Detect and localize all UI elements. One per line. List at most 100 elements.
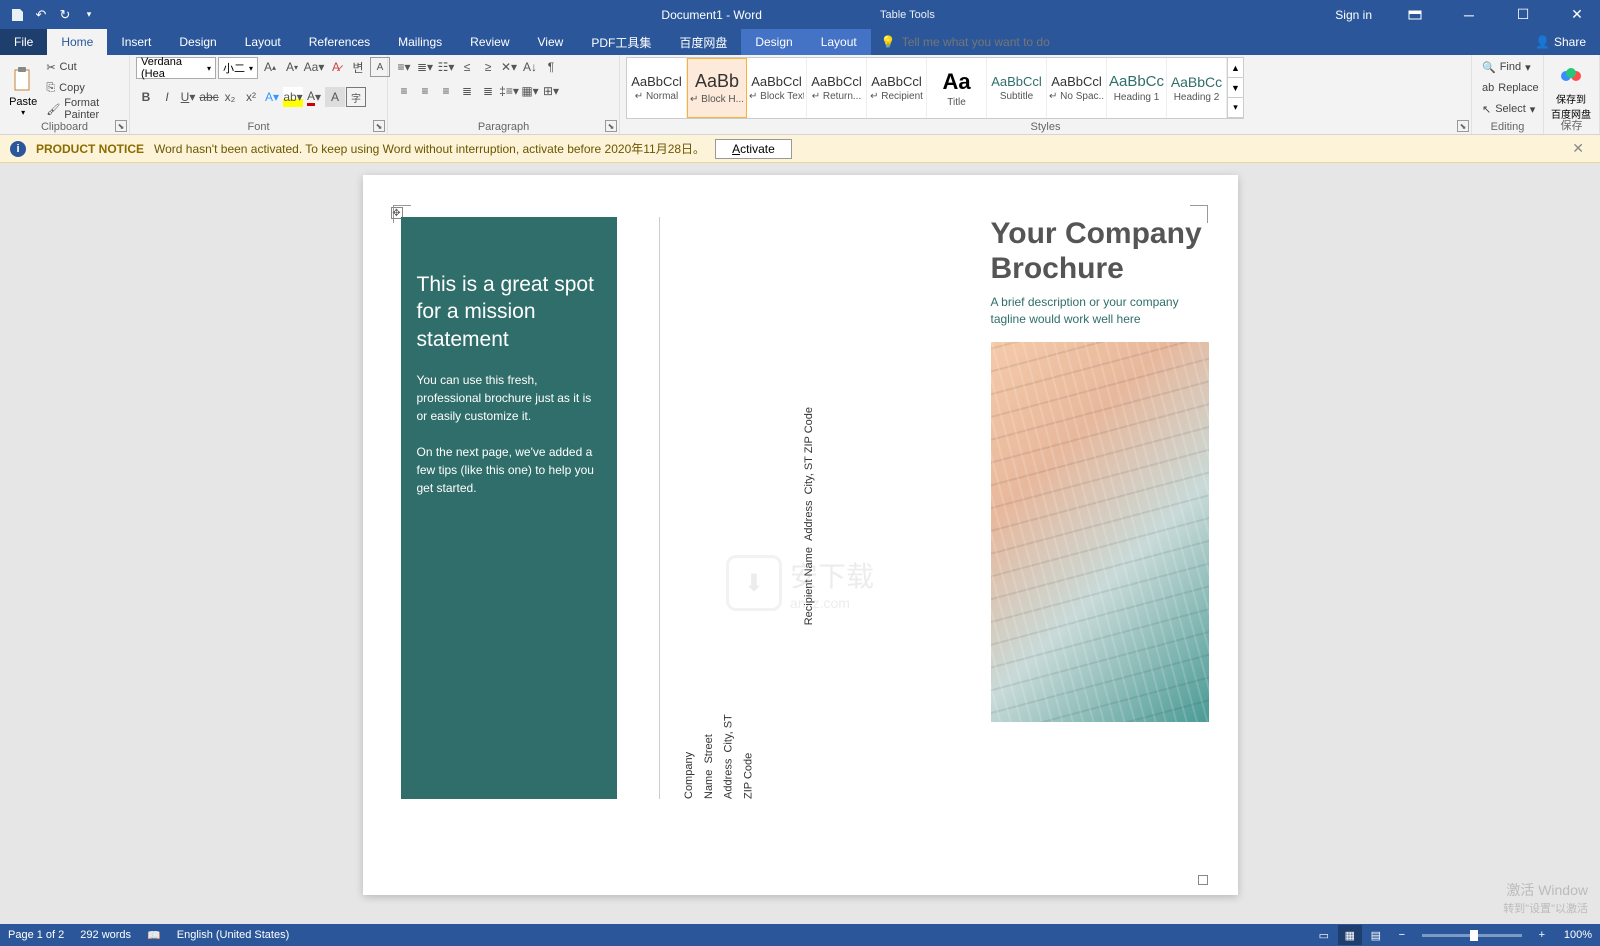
- close-icon[interactable]: ✕: [1554, 0, 1600, 29]
- tab-references[interactable]: References: [295, 29, 384, 55]
- style-item[interactable]: AaBb↵ Block H...: [687, 58, 747, 118]
- mission-p1[interactable]: You can use this fresh, professional bro…: [417, 371, 601, 425]
- phonetic-icon[interactable]: 변: [348, 57, 368, 77]
- save-icon[interactable]: [6, 4, 28, 26]
- styles-dialog-launcher[interactable]: ⬊: [1457, 120, 1469, 132]
- clipboard-dialog-launcher[interactable]: ⬊: [115, 120, 127, 132]
- status-wordcount[interactable]: 292 words: [80, 929, 131, 941]
- char-shading-icon[interactable]: A: [325, 87, 345, 107]
- brochure-image[interactable]: [991, 342, 1209, 722]
- copy-button[interactable]: ⎘Copy: [42, 78, 123, 98]
- style-item[interactable]: AaBbCcl↵ Block Text: [747, 58, 807, 118]
- select-button[interactable]: ↖Select▾: [1478, 99, 1543, 119]
- print-layout-icon[interactable]: ▦: [1338, 925, 1362, 945]
- table-resize-handle[interactable]: [1198, 875, 1208, 885]
- numbering-icon[interactable]: ≣▾: [415, 57, 435, 77]
- tab-insert[interactable]: Insert: [107, 29, 165, 55]
- document-area[interactable]: ✥ This is a great spot for a mission sta…: [0, 163, 1600, 924]
- italic-button[interactable]: I: [157, 87, 177, 107]
- bullets-icon[interactable]: ≡▾: [394, 57, 414, 77]
- enclose-icon[interactable]: A: [370, 57, 390, 77]
- underline-button[interactable]: U▾: [178, 87, 198, 107]
- recipient-block[interactable]: Recipient Name Address City, ST ZIP Code: [800, 407, 820, 625]
- styles-gallery[interactable]: AaBbCcl↵ NormalAaBb↵ Block H...AaBbCcl↵ …: [626, 57, 1244, 119]
- text-effects-icon[interactable]: A▾: [262, 87, 282, 107]
- brochure-panel-mission[interactable]: This is a great spot for a mission state…: [401, 217, 617, 799]
- shading-icon[interactable]: ▦▾: [520, 81, 540, 101]
- status-language[interactable]: English (United States): [177, 929, 290, 941]
- find-button[interactable]: 🔍Find▾: [1478, 57, 1543, 77]
- line-spacing-icon[interactable]: ‡≡▾: [499, 81, 519, 101]
- proofing-icon[interactable]: 📖: [147, 929, 161, 942]
- style-item[interactable]: AaTitle: [927, 58, 987, 118]
- undo-icon[interactable]: ↶: [30, 4, 52, 26]
- styles-up-icon[interactable]: ▲: [1228, 58, 1243, 78]
- zoom-slider[interactable]: [1422, 934, 1522, 937]
- shrink-font-icon[interactable]: A▾: [282, 57, 302, 77]
- zoom-in-icon[interactable]: +: [1530, 925, 1554, 945]
- notice-close-icon[interactable]: ✕: [1566, 140, 1590, 157]
- font-size-combo[interactable]: 小二▾: [218, 57, 258, 79]
- brochure-tagline[interactable]: A brief description or your company tagl…: [991, 294, 1211, 328]
- read-mode-icon[interactable]: ▭: [1312, 925, 1336, 945]
- minimize-icon[interactable]: ─: [1446, 0, 1492, 29]
- style-item[interactable]: AaBbCcl↵ No Spac...: [1047, 58, 1107, 118]
- style-item[interactable]: AaBbCcl↵ Normal: [627, 58, 687, 118]
- tab-file[interactable]: File: [0, 29, 47, 55]
- tab-home[interactable]: Home: [47, 29, 107, 55]
- font-dialog-launcher[interactable]: ⬊: [373, 120, 385, 132]
- brochure-title[interactable]: Your Company Brochure: [991, 217, 1211, 286]
- brochure-panel-address[interactable]: Recipient Name Address City, ST ZIP Code…: [659, 217, 919, 799]
- tab-mailings[interactable]: Mailings: [384, 29, 456, 55]
- tab-layout[interactable]: Layout: [231, 29, 295, 55]
- activate-button[interactable]: Activate: [715, 139, 792, 159]
- tab-review[interactable]: Review: [456, 29, 523, 55]
- tell-me-search[interactable]: 💡: [871, 29, 1521, 55]
- tab-baidu[interactable]: 百度网盘: [665, 29, 741, 55]
- tab-table-design[interactable]: Design: [741, 29, 806, 55]
- style-item[interactable]: AaBbCcHeading 2: [1167, 58, 1227, 118]
- font-color-icon[interactable]: A▾: [304, 87, 324, 107]
- mission-heading[interactable]: This is a great spot for a mission state…: [417, 271, 601, 353]
- format-painter-button[interactable]: 🖌Format Painter: [42, 99, 123, 119]
- increase-indent-icon[interactable]: ≥: [478, 57, 498, 77]
- cut-button[interactable]: ✂Cut: [42, 57, 123, 77]
- web-layout-icon[interactable]: ▤: [1364, 925, 1388, 945]
- char-border-icon[interactable]: 字: [346, 87, 366, 107]
- page-1[interactable]: ✥ This is a great spot for a mission sta…: [363, 175, 1238, 895]
- borders-icon[interactable]: ⊞▾: [541, 81, 561, 101]
- tab-pdf[interactable]: PDF工具集: [577, 29, 665, 55]
- tab-design[interactable]: Design: [165, 29, 230, 55]
- subscript-button[interactable]: x₂: [220, 87, 240, 107]
- grow-font-icon[interactable]: A▴: [260, 57, 280, 77]
- style-item[interactable]: AaBbCcl↵ Return...: [807, 58, 867, 118]
- company-block[interactable]: Company Name Street Address City, ST ZIP…: [680, 697, 759, 799]
- superscript-button[interactable]: x²: [241, 87, 261, 107]
- replace-button[interactable]: abReplace: [1478, 78, 1543, 98]
- paragraph-dialog-launcher[interactable]: ⬊: [605, 120, 617, 132]
- highlight-icon[interactable]: ab▾: [283, 87, 303, 107]
- share-button[interactable]: 👤Share: [1521, 29, 1600, 55]
- baidu-save-button[interactable]: 保存到 百度网盘: [1550, 57, 1592, 123]
- distributed-icon[interactable]: ≣: [478, 81, 498, 101]
- multilevel-icon[interactable]: ☷▾: [436, 57, 456, 77]
- sort-icon[interactable]: A↓: [520, 57, 540, 77]
- bold-button[interactable]: B: [136, 87, 156, 107]
- sign-in-link[interactable]: Sign in: [1323, 8, 1384, 22]
- paste-button[interactable]: Paste▾: [6, 57, 40, 123]
- align-right-icon[interactable]: ≡: [436, 81, 456, 101]
- decrease-indent-icon[interactable]: ≤: [457, 57, 477, 77]
- strikethrough-button[interactable]: abc: [199, 87, 219, 107]
- maximize-icon[interactable]: ☐: [1500, 0, 1546, 29]
- styles-more-icon[interactable]: ▾: [1228, 98, 1243, 118]
- asian-layout-icon[interactable]: ✕▾: [499, 57, 519, 77]
- justify-icon[interactable]: ≣: [457, 81, 477, 101]
- clear-format-icon[interactable]: A̷: [326, 57, 346, 77]
- mission-p2[interactable]: On the next page, we've added a few tips…: [417, 443, 601, 497]
- font-name-combo[interactable]: Verdana (Hea▾: [136, 57, 216, 79]
- align-left-icon[interactable]: ≡: [394, 81, 414, 101]
- style-item[interactable]: AaBbCcl↵ Recipient: [867, 58, 927, 118]
- zoom-out-icon[interactable]: −: [1390, 925, 1414, 945]
- ribbon-display-icon[interactable]: [1392, 0, 1438, 29]
- zoom-level[interactable]: 100%: [1564, 929, 1592, 941]
